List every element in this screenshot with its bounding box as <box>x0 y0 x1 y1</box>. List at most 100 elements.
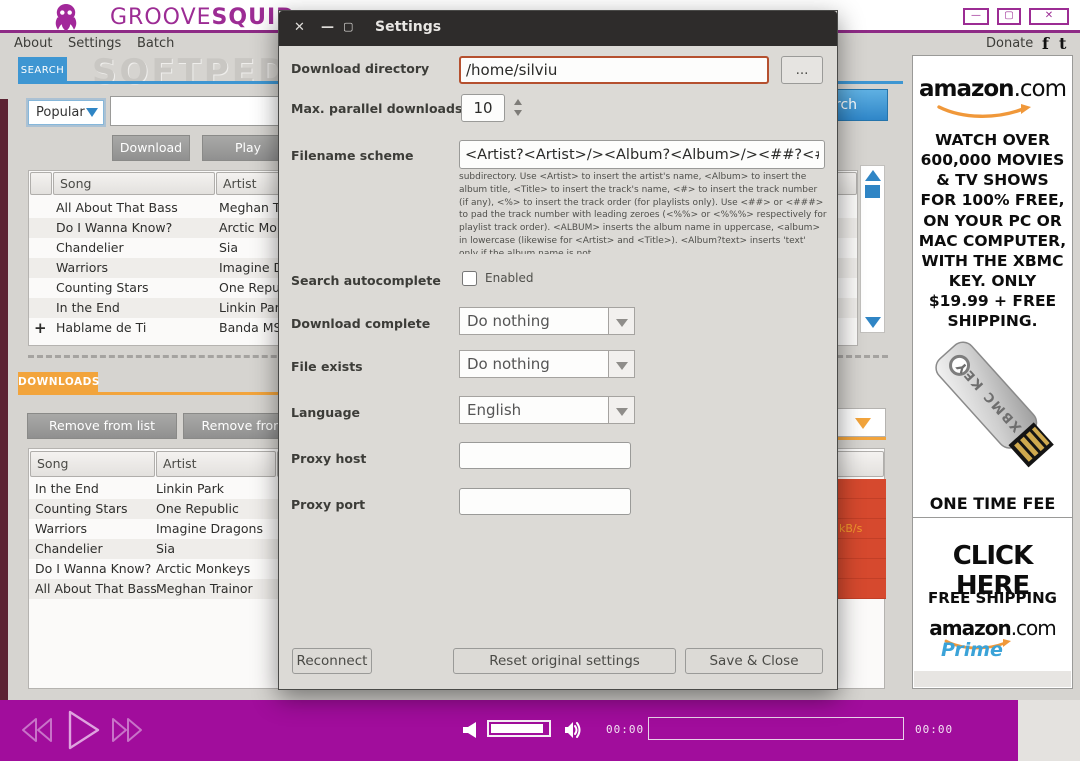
song-cell: Do I Wanna Know? <box>56 218 172 238</box>
dialog-title: Settings <box>375 19 441 35</box>
results-header-song[interactable]: Song <box>53 172 215 195</box>
play-icon[interactable] <box>62 708 104 752</box>
ad-divider <box>913 517 1072 518</box>
artist-cell: Sia <box>156 539 175 559</box>
window-corner <box>1018 700 1080 761</box>
elapsed-time: 00:00 <box>606 723 644 736</box>
dialog-maximize-icon[interactable]: ▢ <box>343 20 353 33</box>
twitter-icon[interactable]: t <box>1059 34 1066 53</box>
filename-scheme-help: subdirectory. Use <Artist> to insert the… <box>459 171 827 254</box>
chevron-down-icon <box>616 408 628 416</box>
filename-scheme-input[interactable] <box>459 140 825 169</box>
ad-free-shipping: FREE SHIPPING <box>913 589 1072 607</box>
language-arrow[interactable] <box>609 396 635 424</box>
ad-headline: WATCH OVER 600,000 MOVIES & TV SHOWS FOR… <box>913 130 1072 331</box>
song-cell: In the End <box>56 298 120 318</box>
menu-about[interactable]: About <box>14 36 52 56</box>
artist-cell: Sia <box>219 238 238 258</box>
prime-wordmark: Prime <box>941 639 1003 661</box>
file-exists-arrow[interactable] <box>609 350 635 378</box>
chevron-down-icon <box>855 418 871 429</box>
file-exists-label: File exists <box>291 359 363 374</box>
tab-downloads[interactable]: DOWNLOADS <box>18 372 98 393</box>
chevron-down-icon <box>616 362 628 370</box>
player-bar: 00:00 00:00 <box>0 700 1018 761</box>
window-minimize-button[interactable]: — <box>963 8 989 25</box>
scrollbar-thumb[interactable] <box>865 185 880 198</box>
download-directory-input[interactable] <box>459 56 769 84</box>
window-close-button[interactable]: ✕ <box>1029 8 1069 25</box>
app-logo: GROOVESQUID <box>110 5 295 30</box>
genre-select[interactable]: Popular <box>28 100 104 125</box>
donate-link[interactable]: Donate <box>986 36 1033 51</box>
volume-slider[interactable] <box>487 720 551 737</box>
spinner-arrows[interactable] <box>507 96 523 122</box>
spinner-down-icon[interactable] <box>514 110 522 116</box>
song-cell: All About That Bass <box>56 198 178 218</box>
ad-one-time-fee: ONE TIME FEE <box>913 494 1072 513</box>
desktop-edge <box>0 99 8 700</box>
previous-track-icon[interactable] <box>20 716 54 744</box>
squid-logo-icon <box>46 4 86 31</box>
language-label: Language <box>291 405 360 420</box>
song-cell: Warriors <box>35 519 87 539</box>
facebook-icon[interactable]: f <box>1042 34 1049 53</box>
dialog-minimize-icon[interactable]: — <box>321 20 334 35</box>
add-to-downloads-icon[interactable]: + <box>34 318 47 338</box>
volume-level <box>491 724 543 733</box>
artist-cell: Linkin Park <box>219 298 287 318</box>
file-exists-select[interactable]: Do nothing <box>459 350 609 378</box>
tab-search[interactable]: SEARCH <box>18 57 67 84</box>
download-directory-label: Download directory <box>291 61 429 76</box>
max-parallel-spinner[interactable]: 10 <box>461 94 505 122</box>
artist-cell: Banda MS <box>219 318 281 338</box>
song-cell: Counting Stars <box>35 499 128 519</box>
next-track-icon[interactable] <box>110 716 144 744</box>
artist-cell: Linkin Park <box>156 479 224 499</box>
amazon-prime-logo: amazon.com <box>913 616 1072 640</box>
proxy-port-label: Proxy port <box>291 497 365 512</box>
usb-key-image: XBMC KEY <box>913 331 1074 496</box>
download-complete-label: Download complete <box>291 316 430 331</box>
reset-settings-button[interactable]: Reset original settings <box>453 648 676 674</box>
song-cell: All About That Bass <box>35 579 157 599</box>
window-maximize-button[interactable]: ▢ <box>997 8 1021 25</box>
chevron-down-icon <box>86 108 98 117</box>
search-autocomplete-label: Search autocomplete <box>291 273 441 288</box>
song-cell: Counting Stars <box>56 278 149 298</box>
scroll-down-icon[interactable] <box>865 317 881 328</box>
ad-footer <box>914 671 1071 687</box>
proxy-host-input[interactable] <box>459 442 631 469</box>
reconnect-button[interactable]: Reconnect <box>292 648 372 674</box>
amazon-logo: amazon.com <box>913 76 1072 102</box>
downloads-header-artist[interactable]: Artist <box>156 451 276 477</box>
proxy-host-label: Proxy host <box>291 451 366 466</box>
spinner-up-icon[interactable] <box>514 99 522 105</box>
browse-button[interactable]: ... <box>781 56 823 84</box>
artist-cell: Meghan Trainor <box>156 579 253 599</box>
song-cell: Chandelier <box>56 238 124 258</box>
save-close-button[interactable]: Save & Close <box>685 648 823 674</box>
remove-from-list-button[interactable]: Remove from list <box>27 413 177 439</box>
progress-bar[interactable] <box>648 717 904 740</box>
volume-loud-icon[interactable] <box>565 721 583 739</box>
volume-mute-icon[interactable] <box>463 722 477 738</box>
download-complete-select[interactable]: Do nothing <box>459 307 609 335</box>
dialog-close-icon[interactable]: ✕ <box>294 20 305 35</box>
language-select[interactable]: English <box>459 396 609 424</box>
download-button[interactable]: Download <box>112 135 190 161</box>
scroll-up-icon[interactable] <box>865 170 881 181</box>
chevron-down-icon <box>616 319 628 327</box>
song-cell: Warriors <box>56 258 108 278</box>
results-scrollbar[interactable] <box>860 165 885 333</box>
download-complete-arrow[interactable] <box>609 307 635 335</box>
ad-panel[interactable]: amazon.com WATCH OVER 600,000 MOVIES & T… <box>912 55 1073 689</box>
song-cell: Do I Wanna Know? <box>35 559 151 579</box>
dialog-titlebar[interactable]: ✕ — ▢ Settings <box>279 11 837 46</box>
settings-dialog: ✕ — ▢ Settings Download directory ... Ma… <box>278 10 838 690</box>
proxy-port-input[interactable] <box>459 488 631 515</box>
downloads-header-song[interactable]: Song <box>30 451 155 477</box>
artist-cell: Imagine Dragons <box>156 519 263 539</box>
results-header-icon-col[interactable] <box>30 172 52 195</box>
autocomplete-checkbox[interactable] <box>462 271 477 286</box>
